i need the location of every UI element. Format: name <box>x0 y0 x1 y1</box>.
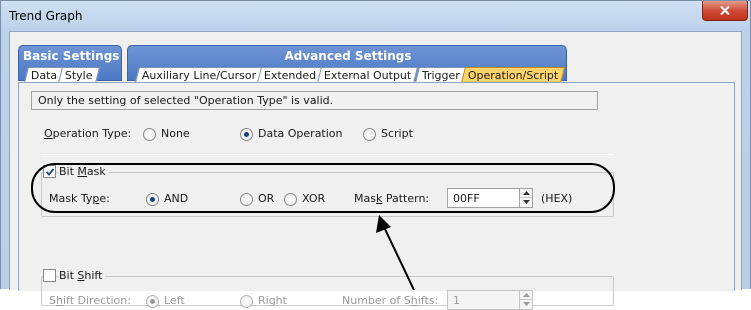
spin-up-button[interactable] <box>520 291 532 300</box>
label-part: ift Direction: <box>62 294 131 307</box>
mnemonic: h <box>55 294 63 307</box>
arrow-down-icon <box>523 302 530 306</box>
radio-shift-right[interactable] <box>240 295 253 308</box>
trend-graph-window: Trend Graph Basic Settings Advanced Sett… <box>0 0 751 310</box>
label-part: ifts: <box>417 294 439 307</box>
spin-down-button[interactable] <box>520 300 532 309</box>
number-of-shifts-spinner[interactable] <box>519 290 533 310</box>
shift-direction-label: Shift Direction: <box>49 294 131 307</box>
radio-label-right: Right <box>258 294 287 307</box>
annotation-arrow-icon <box>376 215 415 290</box>
number-of-shifts-label: Number of Shifts: <box>342 294 438 307</box>
label-part: Number of S <box>342 294 411 307</box>
number-of-shifts-input[interactable]: 1 <box>447 290 520 310</box>
arrow-up-icon <box>523 293 530 297</box>
radio-label-left: Left <box>164 294 185 307</box>
label-part: S <box>49 294 56 307</box>
mnemonic: h <box>410 294 418 307</box>
radio-shift-left[interactable] <box>146 295 159 308</box>
